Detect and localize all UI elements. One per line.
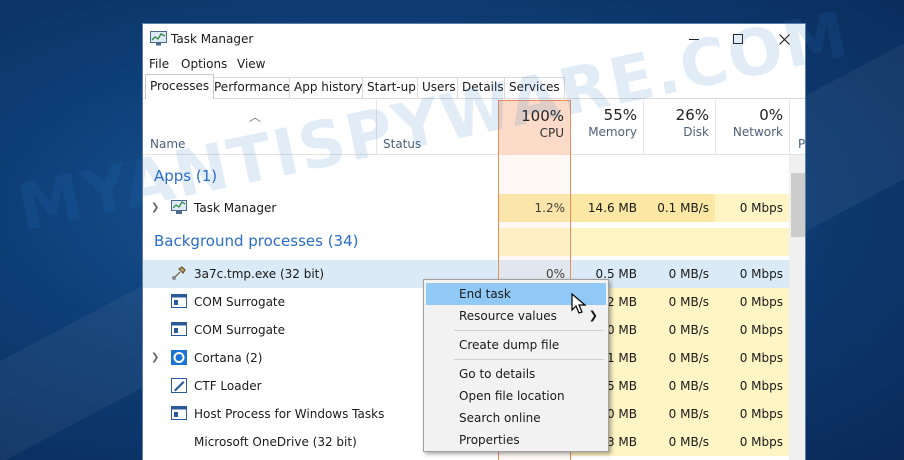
maximize-button[interactable]: [715, 24, 761, 54]
network-cell: 0 Mbps: [715, 344, 789, 372]
sort-up-icon: ︿: [249, 110, 262, 124]
header-power[interactable]: P: [798, 137, 805, 151]
disk-cell: 0 MB/s: [668, 267, 709, 281]
process-name: Microsoft OneDrive (32 bit): [194, 435, 357, 449]
submenu-chevron-icon: ❯: [588, 309, 598, 322]
header-memory-percent: 55%: [603, 106, 637, 124]
disk-cell: [643, 228, 715, 256]
memory-cell: 14.6 MB: [571, 194, 643, 222]
header-disk[interactable]: 26% Disk: [643, 100, 715, 155]
header-network[interactable]: 0% Network: [715, 100, 789, 155]
cpu-cell: 1.2%: [498, 194, 571, 222]
menu-separator: [454, 359, 604, 360]
menu-resource-values-label: Resource values: [459, 309, 557, 323]
expand-chevron-icon[interactable]: ❯: [151, 194, 159, 222]
task-manager-icon: [150, 31, 167, 46]
header-cpu[interactable]: 100% CPU: [498, 100, 571, 155]
menu-view[interactable]: View: [237, 57, 265, 71]
header-memory-label: Memory: [588, 125, 637, 139]
expand-chevron-icon[interactable]: ❯: [151, 344, 159, 372]
network-cell: 0 Mbps: [715, 288, 789, 316]
network-cell: 0 Mbps: [715, 372, 789, 400]
close-icon: [778, 33, 790, 45]
close-button[interactable]: [761, 24, 805, 54]
disk-cell: 0.1 MB/s: [643, 194, 715, 222]
network-cell: 0 Mbps: [715, 400, 789, 428]
header-network-label: Network: [732, 125, 783, 139]
tab-processes[interactable]: Processes: [145, 74, 215, 99]
menu-search-online[interactable]: Search online: [426, 407, 606, 429]
memory-cell: [571, 228, 643, 256]
process-name: CTF Loader: [194, 379, 262, 393]
window-app-icon: [171, 406, 187, 420]
tab-performance[interactable]: Performance: [209, 77, 296, 98]
header-network-percent: 0%: [759, 106, 783, 124]
maximize-icon: [733, 34, 743, 44]
task-manager-icon: [171, 200, 187, 214]
menu-create-dump-file[interactable]: Create dump file: [426, 334, 606, 356]
section-background-title: Background processes (34): [154, 232, 359, 250]
menu-bar: File Options View: [143, 54, 805, 74]
network-cell: 0 Mbps: [715, 194, 789, 222]
network-cell: 0 Mbps: [739, 267, 783, 281]
tab-users[interactable]: Users: [417, 77, 461, 98]
menu-separator: [454, 330, 604, 331]
section-apps-row: Apps (1): [143, 163, 789, 191]
header-disk-label: Disk: [683, 125, 709, 139]
table-row[interactable]: ❯ Task Manager 1.2% 14.6 MB 0.1 MB/s 0 M…: [143, 194, 789, 222]
process-name: Task Manager: [194, 201, 277, 215]
header-cpu-label: CPU: [539, 126, 564, 140]
process-name: COM Surrogate: [194, 295, 286, 309]
column-headers: ︿ Name Status 100% CPU 55% Memory 26% Di…: [143, 100, 805, 155]
title-bar[interactable]: Task Manager: [143, 24, 805, 54]
column-divider[interactable]: [376, 100, 377, 155]
disk-cell: 0 MB/s: [643, 288, 715, 316]
menu-options[interactable]: Options: [181, 57, 227, 71]
scrollbar-thumb[interactable]: [791, 173, 805, 237]
mouse-pointer-icon: [571, 293, 587, 314]
network-cell: 0 Mbps: [715, 316, 789, 344]
menu-go-to-details[interactable]: Go to details: [426, 363, 606, 385]
tab-details[interactable]: Details: [457, 77, 509, 98]
header-status[interactable]: Status: [383, 137, 421, 151]
tab-bar: Processes Performance App history Start-…: [143, 74, 805, 99]
menu-properties[interactable]: Properties: [426, 429, 606, 451]
process-name: Cortana (2): [194, 351, 263, 365]
tab-app-history[interactable]: App history: [289, 77, 368, 98]
header-memory[interactable]: 55% Memory: [571, 100, 643, 155]
minimize-icon: [689, 38, 699, 40]
disk-cell: 0 MB/s: [643, 344, 715, 372]
disk-cell: 0 MB/s: [643, 372, 715, 400]
minimize-button[interactable]: [671, 24, 717, 54]
wrench-app-icon: [172, 266, 186, 280]
tab-services[interactable]: Services: [504, 77, 565, 98]
disk-cell: 0 MB/s: [643, 400, 715, 428]
process-name: COM Surrogate: [194, 323, 286, 337]
section-apps-title: Apps (1): [154, 167, 218, 185]
window-app-icon: [171, 322, 187, 336]
header-cpu-percent: 100%: [521, 107, 564, 125]
process-name: Host Process for Windows Tasks: [194, 407, 385, 421]
vertical-scrollbar[interactable]: [789, 155, 805, 460]
header-name[interactable]: Name: [150, 137, 185, 151]
ctf-loader-icon: [171, 378, 187, 393]
header-disk-percent: 26%: [675, 106, 709, 124]
process-name: 3a7c.tmp.exe (32 bit): [194, 267, 325, 281]
network-cell: 0 Mbps: [715, 428, 789, 456]
tab-start-up[interactable]: Start-up: [362, 77, 421, 98]
cpu-cell: [498, 228, 571, 256]
section-background-row: Background processes (34): [143, 228, 789, 256]
window-app-icon: [171, 294, 187, 308]
disk-cell: 0 MB/s: [643, 428, 715, 456]
disk-cell: 0 MB/s: [643, 316, 715, 344]
menu-open-file-location[interactable]: Open file location: [426, 385, 606, 407]
cortana-icon: [171, 350, 187, 365]
menu-file[interactable]: File: [149, 57, 169, 71]
column-divider[interactable]: [789, 100, 790, 155]
network-cell: [715, 228, 789, 256]
window-title: Task Manager: [171, 32, 254, 46]
